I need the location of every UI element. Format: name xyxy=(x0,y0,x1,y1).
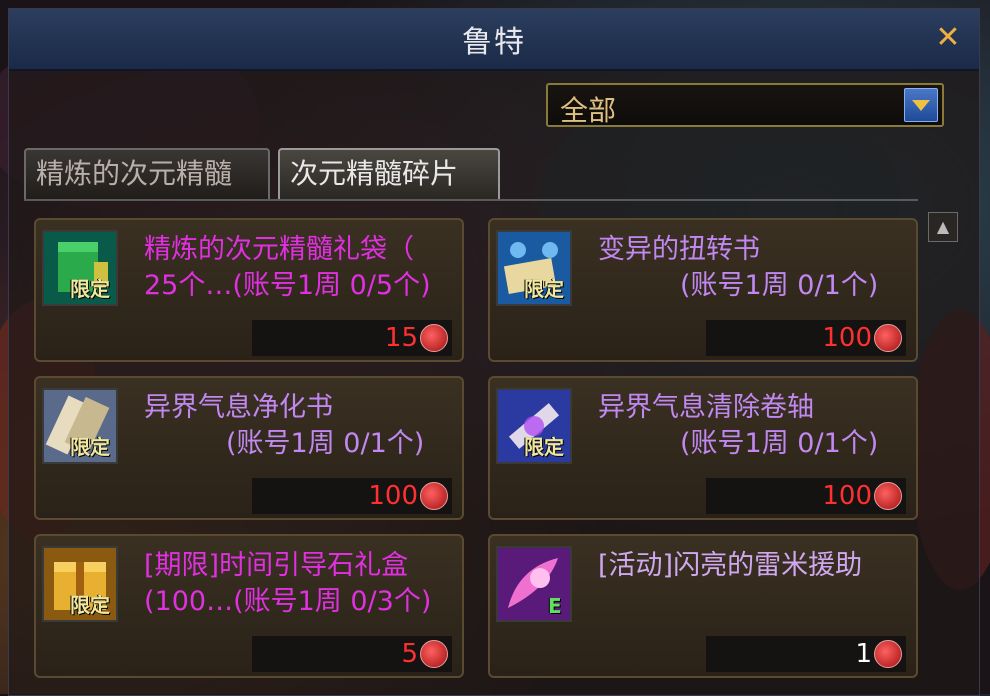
limited-badge: 限定 xyxy=(524,277,564,301)
currency-coin-icon xyxy=(874,324,902,352)
item-limit: 25个…(账号1周 0/5个) xyxy=(144,270,431,301)
tab-divider xyxy=(24,199,918,201)
scroll-up-button[interactable]: ▲ xyxy=(928,212,958,242)
tab-refined-essence[interactable]: 精炼的次元精髓 xyxy=(24,148,270,200)
shop-item-card[interactable]: 限定 [期限]时间引导石礼盒 (100…(账号1周 0/3个) 5 xyxy=(34,534,464,678)
title-bar: 鲁特 ✕ xyxy=(9,9,979,71)
close-button[interactable]: ✕ xyxy=(931,21,965,55)
limited-badge: 限定 xyxy=(70,593,110,617)
item-name: 精炼的次元精髓礼袋（ xyxy=(144,234,414,265)
shop-item-card[interactable]: E [活动]闪亮的雷米援助 1 xyxy=(488,534,918,678)
shop-item-card[interactable]: 限定 精炼的次元精髓礼袋（ 25个…(账号1周 0/5个) 15 xyxy=(34,218,464,362)
price-field: 15 xyxy=(252,320,452,356)
spellbook-icon: 限定 xyxy=(496,230,572,306)
currency-coin-icon xyxy=(420,482,448,510)
item-price: 1 xyxy=(855,639,872,669)
window-title: 鲁特 xyxy=(462,25,526,60)
green-bag-icon: 限定 xyxy=(42,230,118,306)
limited-badge: 限定 xyxy=(524,435,564,459)
item-limit: (账号1周 0/1个) xyxy=(680,428,879,459)
shop-item-card[interactable]: 限定 变异的扭转书 (账号1周 0/1个) 100 xyxy=(488,218,918,362)
item-limit: (100…(账号1周 0/3个) xyxy=(144,586,432,617)
shop-item-card[interactable]: 限定 异界气息净化书 (账号1周 0/1个) 100 xyxy=(34,376,464,520)
item-name: 变异的扭转书 xyxy=(598,234,760,265)
currency-coin-icon xyxy=(420,640,448,668)
currency-coin-icon xyxy=(874,640,902,668)
limited-badge: 限定 xyxy=(70,435,110,459)
chevron-down-icon[interactable] xyxy=(904,88,938,122)
event-badge: E xyxy=(548,594,562,618)
price-field: 100 xyxy=(252,478,452,514)
scroll-icon: 限定 xyxy=(42,388,118,464)
item-price: 15 xyxy=(384,323,418,353)
item-name: 异界气息清除卷轴 xyxy=(598,392,814,423)
item-price: 100 xyxy=(368,481,418,511)
item-name: [活动]闪亮的雷米援助 xyxy=(598,550,863,581)
tab-essence-fragments[interactable]: 次元精髓碎片 xyxy=(278,148,500,200)
item-limit: (账号1周 0/1个) xyxy=(680,270,879,301)
currency-coin-icon xyxy=(874,482,902,510)
currency-coin-icon xyxy=(420,324,448,352)
limited-badge: 限定 xyxy=(70,277,110,301)
gift-box-icon: 限定 xyxy=(42,546,118,622)
price-field: 1 xyxy=(706,636,906,672)
purple-scroll-icon: 限定 xyxy=(496,388,572,464)
price-field: 100 xyxy=(706,320,906,356)
category-dropdown[interactable]: 全部 xyxy=(546,83,944,127)
item-price: 5 xyxy=(401,639,418,669)
pink-aid-icon: E xyxy=(496,546,572,622)
dropdown-selected-value: 全部 xyxy=(560,94,617,127)
shop-item-card[interactable]: 限定 异界气息清除卷轴 (账号1周 0/1个) 100 xyxy=(488,376,918,520)
item-name: 异界气息净化书 xyxy=(144,392,333,423)
item-name: [期限]时间引导石礼盒 xyxy=(144,550,409,581)
item-price: 100 xyxy=(822,481,872,511)
item-price: 100 xyxy=(822,323,872,353)
price-field: 100 xyxy=(706,478,906,514)
price-field: 5 xyxy=(252,636,452,672)
